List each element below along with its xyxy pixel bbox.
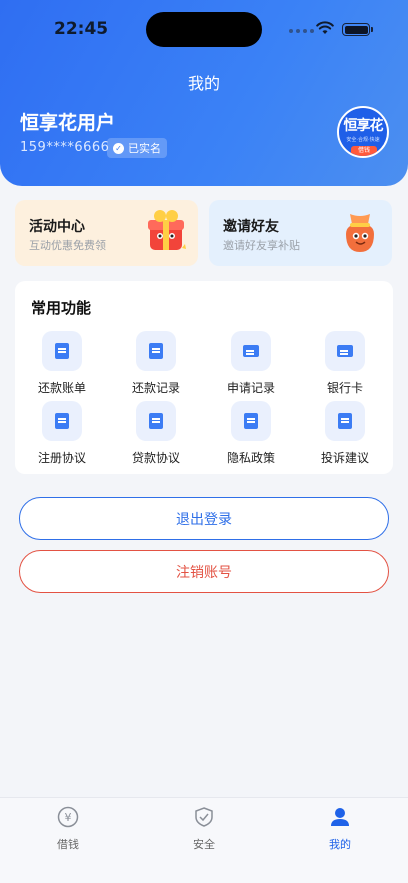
shield-check-icon xyxy=(195,807,213,827)
invite-friends-card[interactable]: 邀请好友 邀请好友享补贴 xyxy=(209,200,392,266)
svg-text:¥: ¥ xyxy=(65,811,72,824)
tab-security[interactable]: 安全 xyxy=(164,806,244,852)
tab-mine[interactable]: 我的 xyxy=(300,806,380,852)
function-privacy-policy[interactable]: 隐私政策 xyxy=(211,401,291,466)
function-bank-card[interactable]: 银行卡 xyxy=(305,331,385,396)
page-title: 我的 xyxy=(187,74,220,93)
cancel-account-button[interactable]: 注销账号 xyxy=(19,550,389,593)
signal-icon xyxy=(289,29,314,33)
verified-label: 已实名 xyxy=(128,142,161,155)
function-repayment-record[interactable]: 还款记录 xyxy=(116,331,196,396)
loan-agreement-icon xyxy=(136,401,176,441)
verified-badge: ✓ 已实名 xyxy=(107,138,167,158)
dynamic-island xyxy=(146,12,262,47)
app-logo: 恒享花 安全·合规·快速 借钱 xyxy=(337,106,389,158)
lucky-bag-icon xyxy=(346,214,374,252)
user-name: 恒享花用户 xyxy=(20,112,116,134)
function-repayment-bill[interactable]: 还款账单 xyxy=(22,331,102,396)
common-functions-card: 常用功能 还款账单 还款记录 申请记录 银行卡 注册协议 贷款协议 隐私政策 投… xyxy=(15,281,393,474)
common-functions-title: 常用功能 xyxy=(31,299,92,317)
record-icon xyxy=(136,331,176,371)
activity-title: 活动中心 xyxy=(29,219,85,235)
status-time: 22:45 xyxy=(54,19,109,39)
complaint-icon xyxy=(325,401,365,441)
register-agreement-icon xyxy=(42,401,82,441)
bank-card-icon xyxy=(325,331,365,371)
battery-icon xyxy=(342,23,373,36)
activity-center-card[interactable]: 活动中心 互动优惠免费领 xyxy=(15,200,198,266)
status-bar: 22:45 xyxy=(0,0,408,52)
invite-subtitle: 邀请好友享补贴 xyxy=(223,239,300,252)
user-phone: 159****6666 xyxy=(20,140,110,155)
wifi-icon xyxy=(316,21,334,34)
tab-borrow[interactable]: ¥ 借钱 xyxy=(28,806,108,852)
function-register-agreement[interactable]: 注册协议 xyxy=(22,401,102,466)
activity-subtitle: 互动优惠免费领 xyxy=(29,239,106,252)
gift-box-icon xyxy=(148,210,186,250)
invite-title: 邀请好友 xyxy=(223,219,279,235)
function-complaint[interactable]: 投诉建议 xyxy=(305,401,385,466)
yuan-circle-icon: ¥ xyxy=(57,806,79,828)
function-application-record[interactable]: 申请记录 xyxy=(211,331,291,396)
logout-button[interactable]: 退出登录 xyxy=(19,497,389,540)
privacy-icon xyxy=(231,401,271,441)
tab-bar: ¥ 借钱 安全 我的 xyxy=(0,797,408,883)
function-loan-agreement[interactable]: 贷款协议 xyxy=(116,401,196,466)
check-icon: ✓ xyxy=(113,142,124,154)
yuan-bill-icon xyxy=(42,331,82,371)
person-icon xyxy=(331,808,349,826)
application-icon xyxy=(231,331,271,371)
